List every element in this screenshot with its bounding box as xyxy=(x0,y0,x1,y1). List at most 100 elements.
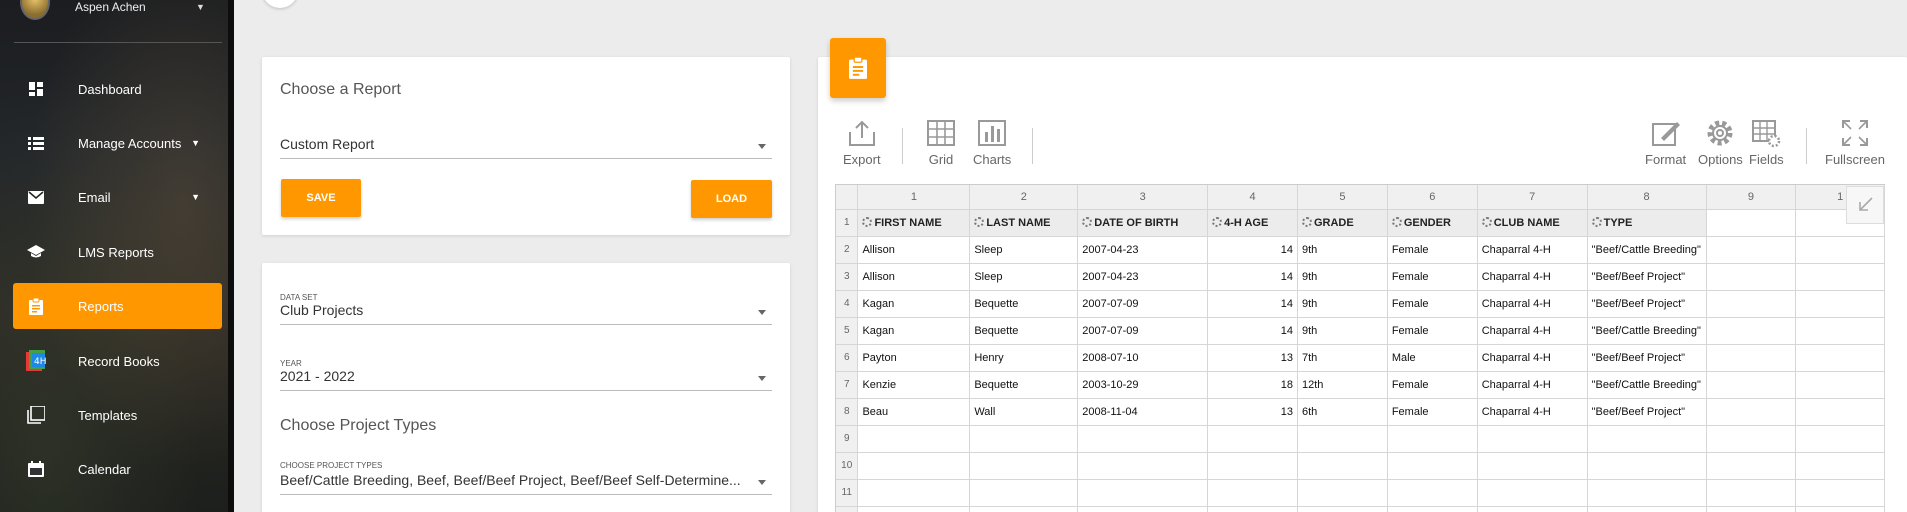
grid-cell[interactable] xyxy=(1077,506,1209,512)
project-types-select[interactable]: CHOOSE PROJECT TYPES Beef/Cattle Breedin… xyxy=(280,461,772,495)
sidebar-item-dashboard[interactable]: Dashboard xyxy=(13,66,222,112)
grid-cell[interactable]: "Beef/Cattle Breeding" xyxy=(1587,317,1707,345)
grid-cell[interactable]: 14 xyxy=(1207,290,1298,318)
grid-cell[interactable] xyxy=(1706,290,1797,318)
dataset-select[interactable]: DATA SET Club Projects xyxy=(280,293,772,325)
options-button[interactable]: Options xyxy=(1698,118,1743,167)
save-button[interactable]: SAVE xyxy=(281,179,361,217)
fields-button[interactable]: Fields xyxy=(1749,118,1784,167)
grid-cell[interactable] xyxy=(1297,479,1388,507)
grid-cell[interactable]: Chaparral 4-H xyxy=(1477,398,1588,426)
grid-cell[interactable]: Female xyxy=(1387,290,1478,318)
grid-cell[interactable]: Chaparral 4-H xyxy=(1477,317,1588,345)
column-number[interactable]: 3 xyxy=(1077,185,1209,210)
grid-cell[interactable] xyxy=(1706,371,1797,399)
grid-cell[interactable] xyxy=(1795,371,1885,399)
row-number[interactable]: 2 xyxy=(836,236,859,264)
fullscreen-button[interactable]: Fullscreen xyxy=(1825,118,1885,167)
grid-cell[interactable] xyxy=(1587,506,1707,512)
grid-cell[interactable]: 9th xyxy=(1297,263,1388,291)
grid-cell[interactable]: 2007-07-09 xyxy=(1077,290,1209,318)
grid-cell[interactable]: Chaparral 4-H xyxy=(1477,263,1588,291)
row-number[interactable]: 5 xyxy=(836,317,859,345)
row-number[interactable]: 6 xyxy=(836,344,859,372)
grid-cell[interactable] xyxy=(1587,425,1707,453)
grid-cell[interactable]: Sleep xyxy=(969,236,1079,264)
grid-cell[interactable] xyxy=(1706,263,1797,291)
column-number[interactable]: 9 xyxy=(1706,185,1797,210)
sidebar-item-reports[interactable]: Reports xyxy=(13,283,222,329)
grid-cell[interactable] xyxy=(1387,452,1478,480)
row-number[interactable]: 8 xyxy=(836,398,859,426)
grid-cell[interactable] xyxy=(1477,425,1588,453)
grid-cell[interactable] xyxy=(1795,452,1885,480)
column-header[interactable]: LAST NAME xyxy=(969,209,1079,237)
grid-cell[interactable] xyxy=(1477,479,1588,507)
sidebar-item-record-books[interactable]: 4H Record Books xyxy=(13,338,222,384)
grid-cell[interactable]: Sleep xyxy=(969,263,1079,291)
grid-cell[interactable] xyxy=(1387,425,1478,453)
grid-cell[interactable] xyxy=(1795,506,1885,512)
row-number[interactable]: 3 xyxy=(836,263,859,291)
grid-cell[interactable] xyxy=(1706,236,1797,264)
grid-cell[interactable] xyxy=(857,452,971,480)
export-button[interactable]: Export xyxy=(843,118,881,167)
column-number[interactable]: 1 xyxy=(857,185,971,210)
grid-cell[interactable] xyxy=(1706,506,1797,512)
grid-cell[interactable] xyxy=(1297,506,1388,512)
grid-cell[interactable]: Kagan xyxy=(857,290,971,318)
grid-cell[interactable]: 14 xyxy=(1207,263,1298,291)
grid-cell[interactable]: Female xyxy=(1387,371,1478,399)
charts-button[interactable]: Charts xyxy=(973,118,1011,167)
grid-cell[interactable]: "Beef/Beef Project" xyxy=(1587,344,1707,372)
gear-icon[interactable] xyxy=(862,216,873,227)
grid-cell[interactable]: 2007-04-23 xyxy=(1077,236,1209,264)
grid-cell[interactable]: Female xyxy=(1387,317,1478,345)
grid-cell[interactable] xyxy=(1207,425,1298,453)
grid-cell[interactable] xyxy=(1477,506,1588,512)
grid-cell[interactable]: Bequette xyxy=(969,317,1079,345)
grid-cell[interactable]: 13 xyxy=(1207,344,1298,372)
grid-cell[interactable]: Henry xyxy=(969,344,1079,372)
grid-cell[interactable] xyxy=(1795,344,1885,372)
grid-cell[interactable]: 14 xyxy=(1207,317,1298,345)
format-button[interactable]: Format xyxy=(1645,118,1686,167)
grid-cell[interactable] xyxy=(1795,398,1885,426)
row-number[interactable]: 1 xyxy=(836,209,859,237)
grid-cell[interactable] xyxy=(1795,290,1885,318)
grid-cell[interactable]: 2007-04-23 xyxy=(1077,263,1209,291)
column-number[interactable]: 5 xyxy=(1297,185,1388,210)
grid-cell[interactable] xyxy=(1587,452,1707,480)
grid-cell[interactable] xyxy=(857,506,971,512)
row-number[interactable]: 9 xyxy=(836,425,859,453)
grid-cell[interactable] xyxy=(969,452,1079,480)
grid-cell[interactable] xyxy=(1207,506,1298,512)
grid-cell[interactable] xyxy=(1077,425,1209,453)
row-number[interactable]: 10 xyxy=(836,452,859,480)
row-number[interactable]: 11 xyxy=(836,479,859,507)
grid-cell[interactable] xyxy=(1477,452,1588,480)
grid-cell[interactable]: 14 xyxy=(1207,236,1298,264)
grid-cell[interactable] xyxy=(1795,317,1885,345)
column-number[interactable]: 8 xyxy=(1587,185,1707,210)
grid-cell[interactable]: Kenzie xyxy=(857,371,971,399)
grid-cell[interactable]: "Beef/Beef Project" xyxy=(1587,263,1707,291)
grid-cell[interactable]: 7th xyxy=(1297,344,1388,372)
sidebar-item-email[interactable]: Email ▼ xyxy=(13,174,222,220)
gear-icon[interactable] xyxy=(1391,216,1402,227)
gear-icon[interactable] xyxy=(1301,216,1312,227)
grid-cell[interactable] xyxy=(1706,398,1797,426)
grid-cell[interactable]: 6th xyxy=(1297,398,1388,426)
grid-cell[interactable]: 18 xyxy=(1207,371,1298,399)
grid-cell[interactable]: 2003-10-29 xyxy=(1077,371,1209,399)
load-button[interactable]: LOAD xyxy=(691,180,772,218)
grid-cell[interactable] xyxy=(1795,425,1885,453)
sidebar-item-calendar[interactable]: Calendar xyxy=(13,446,222,492)
grid-cell[interactable]: Chaparral 4-H xyxy=(1477,344,1588,372)
grid-cell[interactable]: "Beef/Beef Project" xyxy=(1587,398,1707,426)
grid-cell[interactable]: 2008-07-10 xyxy=(1077,344,1209,372)
grid-cell[interactable]: Bequette xyxy=(969,290,1079,318)
grid-cell[interactable]: Female xyxy=(1387,236,1478,264)
sidebar-item-lms-reports[interactable]: LMS Reports xyxy=(13,229,222,275)
grid-cell[interactable] xyxy=(969,479,1079,507)
